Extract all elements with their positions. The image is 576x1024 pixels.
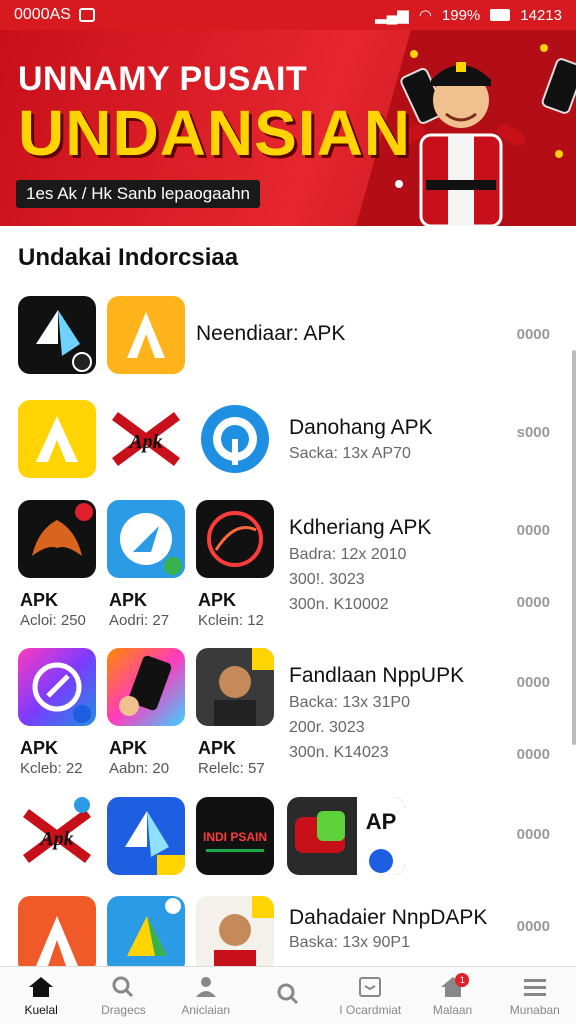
row-count: 0000 (516, 826, 550, 843)
app-icon[interactable]: Apk (107, 400, 185, 478)
search-icon (112, 976, 134, 997)
status-time: 14213 (520, 6, 562, 24)
app-icon[interactable]: AP (287, 797, 405, 875)
profile-icon (195, 976, 216, 997)
nav-label: Kuelal (24, 1002, 58, 1017)
nav-label: Munaban (509, 1002, 560, 1017)
row-detail: Backa: 13x 31P0 (289, 694, 410, 711)
app-caption-label: APK (109, 590, 148, 610)
photo-icon (78, 8, 95, 22)
app-icon[interactable] (196, 500, 274, 578)
row-detail: Badra: 12x 2010 (289, 546, 407, 563)
app-icon[interactable] (107, 296, 185, 374)
nav-inbox[interactable]: I Ocardmiat (329, 967, 411, 1024)
row-detail: Baska: 13x 90P1 (289, 934, 410, 951)
status-bar: 0000AS ▂▄▆ ◠ 199% 14213 (0, 0, 576, 30)
app-caption-sub: Kcleb: 22 (20, 760, 83, 777)
app-icon[interactable] (18, 896, 96, 974)
nav-label: Aniclaian (181, 1002, 231, 1017)
status-left-text: 0000AS (14, 6, 71, 23)
row-count: 0000 (516, 594, 550, 611)
row-name[interactable]: Kdheriang APK (289, 516, 431, 540)
nav-label: Malaan (432, 1002, 473, 1017)
app-icon[interactable] (196, 648, 274, 726)
menu-icon (523, 978, 546, 996)
app-icon[interactable]: Apk (18, 797, 96, 875)
app-icon[interactable] (107, 648, 185, 726)
app-icon[interactable] (18, 500, 96, 578)
row-count: 0000 (516, 674, 550, 691)
confetti-dot (555, 150, 563, 158)
app-icon[interactable] (18, 296, 96, 374)
app-caption-label: APK (20, 738, 59, 758)
row-name[interactable]: Neendiaar: APK (196, 322, 345, 346)
svg-text:Apk: Apk (38, 828, 73, 850)
nav-menu[interactable]: Munaban (494, 967, 576, 1024)
inbox-icon (359, 976, 382, 997)
banner-title: UNDANSIAN (18, 97, 411, 169)
battery-percent: 199% (441, 6, 481, 24)
battery-icon (490, 9, 511, 21)
app-caption-sub: Kclein: 12 (198, 612, 264, 629)
confetti-dot (540, 44, 548, 52)
app-caption-label: APK (109, 738, 148, 758)
row-name[interactable]: Dahadaier NnpDAPK (289, 906, 487, 930)
app-caption-label: APK (20, 590, 59, 610)
nav-search[interactable]: Dragecs (82, 967, 164, 1024)
nav-label: I Ocardmiat (339, 1002, 402, 1017)
scrollbar[interactable] (572, 350, 576, 745)
app-icon[interactable] (196, 896, 274, 974)
row-name[interactable]: Danohang APK (289, 416, 433, 440)
row-count: s000 (516, 424, 550, 441)
app-icon[interactable] (107, 896, 185, 974)
notification-badge: 1 (455, 973, 470, 987)
nav-search-2[interactable] (247, 967, 329, 1024)
home-icon (29, 976, 54, 997)
row-detail: 300!. 3023 (289, 571, 365, 588)
row-detail: 200r. 3023 (289, 719, 365, 736)
signal-icon: ▂▄▆ (375, 7, 409, 24)
row-name[interactable]: Fandlaan NppUPK (289, 664, 464, 688)
app-caption-sub: Aodri: 27 (109, 612, 170, 629)
app-caption-sub: Relelc: 57 (198, 760, 265, 777)
row-count: 0000 (516, 918, 550, 935)
row-count: 0000 (516, 326, 550, 343)
nav-label: Dragecs (101, 1002, 146, 1017)
app-caption-sub: Acloi: 250 (20, 612, 86, 629)
svg-text:Apk: Apk (127, 431, 162, 453)
row-detail: 300n. K10002 (289, 596, 389, 613)
app-icon[interactable] (18, 648, 96, 726)
bottom-nav: Kuelal Dragecs Aniclaian I Ocardmiat 1 M… (0, 966, 576, 1024)
wifi-icon: ◠ (418, 7, 432, 24)
nav-profile[interactable]: Aniclaian (165, 967, 247, 1024)
row-count: 0000 (516, 746, 550, 763)
row-count: 0000 (516, 522, 550, 539)
banner-tagline: 1es Ak / Hk Sanb lepaogaahn (16, 180, 260, 208)
app-caption-label: APK (198, 590, 237, 610)
app-icon[interactable] (107, 797, 185, 875)
banner-subtitle: UNNAMY PUSAIT (18, 60, 308, 98)
app-icon[interactable] (196, 400, 274, 478)
app-icon[interactable]: INDI PSAIN (196, 797, 274, 875)
nav-notifications[interactable]: 1 Malaan (411, 967, 493, 1024)
app-badge-text: AP (366, 809, 397, 834)
section-title: Undakai Indorcsiaa (18, 244, 239, 271)
search-icon (277, 983, 299, 1004)
app-caption-label: APK (198, 738, 237, 758)
row-detail: 300n. K14023 (289, 744, 389, 761)
app-icon[interactable] (18, 400, 96, 478)
app-badge-text: INDI PSAIN (203, 830, 267, 844)
app-caption-sub: Aabn: 20 (109, 760, 170, 777)
app-icon[interactable] (107, 500, 185, 578)
promo-banner[interactable]: UNNAMY PUSAIT UNDANSIAN 1es Ak / Hk Sanb… (0, 30, 576, 226)
row-detail: Sacka: 13x AP70 (289, 445, 411, 462)
nav-home[interactable]: Kuelal (0, 967, 82, 1024)
